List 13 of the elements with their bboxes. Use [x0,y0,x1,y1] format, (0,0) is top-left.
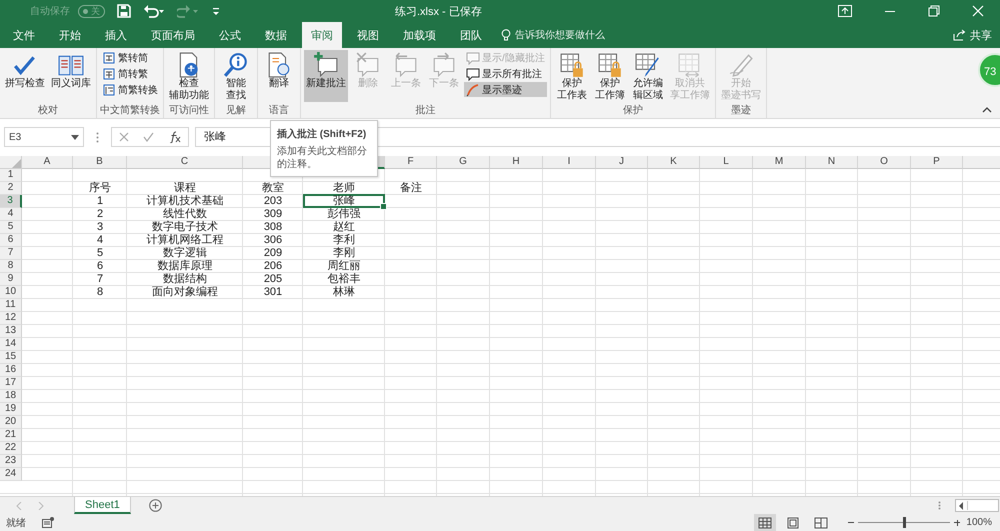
group-label: 校对 [37,104,59,118]
autosave-label: 自动保存 [30,5,70,18]
tooltip-text: 添加有关此文档部分的注释。 [277,145,368,171]
document-title: 练习.xlsx - 已保存 [395,4,483,18]
group-label: 保护 [622,104,644,118]
group-label: 语言 [268,104,290,118]
tooltip-title: 插入批注 (Shift+F2) [277,127,368,141]
group-label: 墨迹 [730,104,752,118]
group-label: 可访问性 [168,104,210,118]
group-label: 中文简繁转换 [100,104,160,118]
group-label: 批注 [414,104,436,118]
status-text: 就绪 [6,516,26,530]
group-label: 见解 [225,104,247,118]
